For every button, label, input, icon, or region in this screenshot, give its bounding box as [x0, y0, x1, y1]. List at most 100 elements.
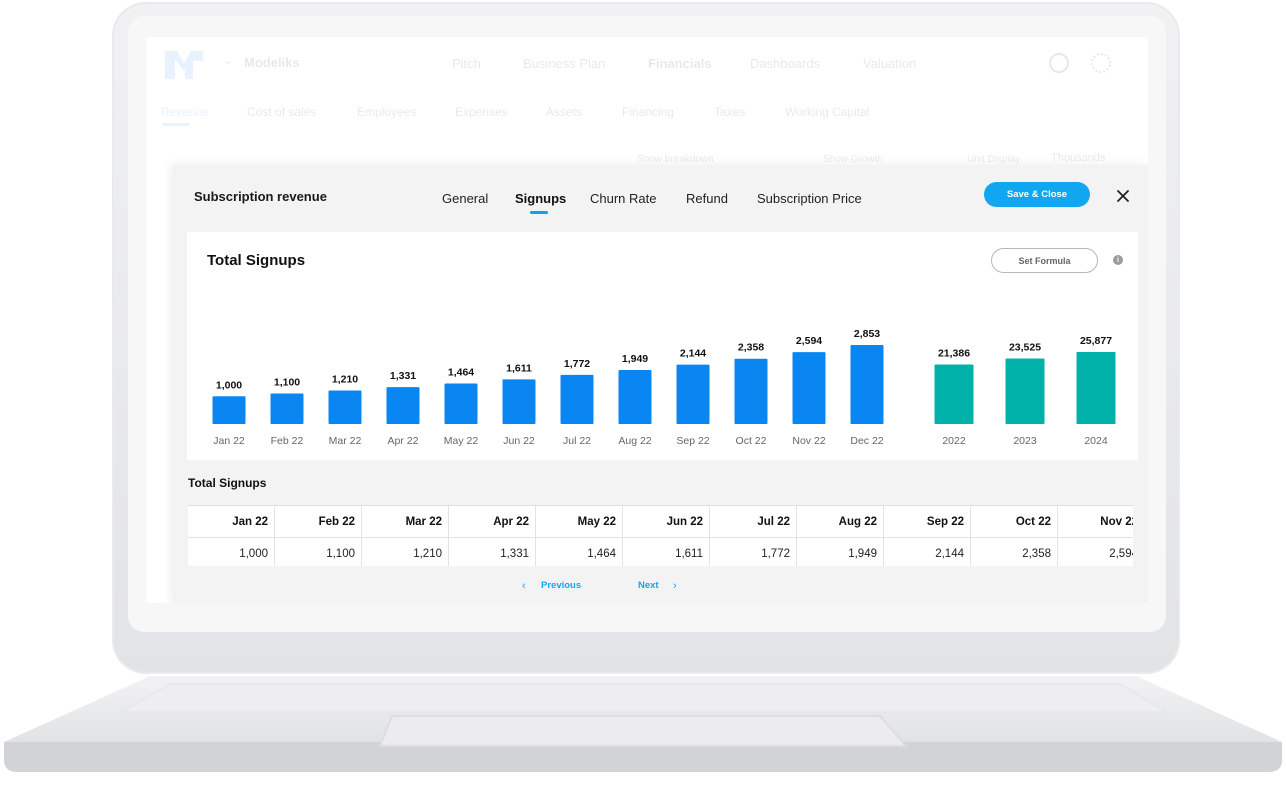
save-close-button-top[interactable]: Save & Close	[984, 182, 1090, 207]
annual-data-label: 23,525	[1009, 342, 1041, 354]
chevron-left-icon[interactable]: ‹	[522, 580, 526, 592]
monthly-tick-label: Apr 22	[388, 435, 419, 447]
column-header: Jun 22	[623, 506, 710, 537]
nav-financials[interactable]: Financials	[648, 56, 712, 71]
annual-tick-label: 2022	[942, 435, 966, 447]
table-cell[interactable]: 1,464	[536, 538, 623, 566]
table-cell[interactable]: 2,144	[884, 538, 971, 566]
column-header: Nov 22	[1058, 506, 1133, 537]
subnav-employees[interactable]: Employees	[357, 105, 416, 119]
monthly-tick-label: Aug 22	[618, 435, 651, 447]
monthly-data-label: 2,853	[854, 328, 880, 340]
annual-tick-label: 2024	[1084, 435, 1108, 447]
monthly-bar	[734, 358, 768, 424]
table-cell[interactable]: 1,331	[449, 538, 536, 566]
table-cell[interactable]: 2,358	[971, 538, 1058, 566]
subnav-financing[interactable]: Financing	[622, 105, 674, 119]
table-cell[interactable]: 1,210	[362, 538, 449, 566]
column-header: Mar 22	[362, 506, 449, 537]
monthly-tick-label: Oct 22	[736, 435, 767, 447]
subnav-expenses[interactable]: Expenses	[455, 105, 508, 119]
previous-button[interactable]: Previous	[541, 580, 581, 591]
table-cell[interactable]: 1,772	[710, 538, 797, 566]
subnav-cost-of-sales[interactable]: Cost of sales	[247, 105, 316, 119]
monthly-bar	[328, 390, 362, 424]
brand-name: Modeliks	[244, 55, 300, 70]
monthly-tick-label: Jan 22	[213, 435, 245, 447]
table-row: 1,000 1,100 1,210 1,331 1,464 1,611 1,772 1,949…	[188, 538, 1133, 566]
nav-pitch[interactable]: Pitch	[452, 56, 481, 71]
subnav-assets[interactable]: Assets	[546, 105, 582, 119]
active-tab-indicator	[530, 211, 548, 214]
monthly-data-label: 1,611	[506, 362, 532, 374]
monthly-bar	[792, 352, 826, 424]
monthly-bar	[618, 370, 652, 424]
option-thousands[interactable]: Thousands	[1051, 152, 1105, 164]
table-cell[interactable]: 1,611	[623, 538, 710, 566]
monthly-tick-label: Jun 22	[503, 435, 535, 447]
column-header: Sep 22	[884, 506, 971, 537]
monthly-tick-label: Dec 22	[850, 435, 883, 447]
monthly-data-label: 1,949	[622, 353, 648, 365]
nav-dashboards[interactable]: Dashboards	[750, 56, 820, 71]
stage: ⌄ Modeliks Pitch Business Plan Financial…	[0, 0, 1286, 788]
screen: ⌄ Modeliks Pitch Business Plan Financial…	[147, 37, 1148, 603]
subnav-working-capital[interactable]: Working Capital	[785, 105, 869, 119]
chevron-down-icon: ⌄	[223, 53, 234, 67]
column-header: May 22	[536, 506, 623, 537]
close-icon[interactable]	[1114, 187, 1132, 205]
nav-valuation[interactable]: Valuation	[863, 56, 916, 71]
column-header: Aug 22	[797, 506, 884, 537]
tab-churn-rate[interactable]: Churn Rate	[590, 191, 656, 206]
chevron-right-icon[interactable]: ›	[673, 580, 677, 592]
monthly-data-label: 1,331	[390, 370, 416, 382]
monthly-tick-label: Mar 22	[329, 435, 362, 447]
chart-card: Total Signups Set Formula i 1,000 Jan 22 1…	[187, 232, 1138, 460]
column-header: Oct 22	[971, 506, 1058, 537]
tab-refund[interactable]: Refund	[686, 191, 728, 206]
gear-icon[interactable]	[1091, 53, 1111, 73]
table-cell[interactable]: 1,100	[275, 538, 362, 566]
monthly-tick-label: Sep 22	[676, 435, 709, 447]
table-title: Total Signups	[188, 476, 267, 490]
monthly-bar	[212, 396, 246, 424]
table-cell[interactable]: 2,594	[1058, 538, 1133, 566]
column-header: Apr 22	[449, 506, 536, 537]
monthly-tick-label: Nov 22	[792, 435, 825, 447]
table-cell[interactable]: 1,000	[188, 538, 275, 566]
monthly-bar	[676, 364, 710, 424]
tab-signups[interactable]: Signups	[515, 191, 566, 206]
monthly-bar	[386, 387, 420, 424]
monthly-data-label: 1,000	[216, 379, 242, 391]
signups-table: Jan 22 Feb 22 Mar 22 Apr 22 May 22 Jun 22 Jul …	[188, 505, 1133, 566]
next-button[interactable]: Next	[638, 580, 659, 591]
modeliks-logo	[165, 51, 203, 79]
monthly-data-label: 1,100	[274, 377, 300, 389]
annual-bar	[934, 364, 974, 424]
table-cell[interactable]: 1,949	[797, 538, 884, 566]
tab-general[interactable]: General	[442, 191, 488, 206]
monthly-tick-label: May 22	[444, 435, 479, 447]
monthly-tick-label: Jul 22	[563, 435, 591, 447]
monthly-data-label: 1,772	[564, 358, 590, 370]
monthly-bar	[270, 393, 304, 424]
subnav-revenue[interactable]: Revenue	[161, 105, 209, 119]
monthly-data-label: 2,594	[796, 335, 822, 347]
subscription-revenue-modal: Subscription revenue General Signups Chu…	[173, 165, 1148, 603]
column-header: Jul 22	[710, 506, 797, 537]
annual-tick-label: 2023	[1013, 435, 1037, 447]
option-show-growth[interactable]: Show Growth	[823, 154, 883, 165]
nav-business-plan[interactable]: Business Plan	[523, 56, 605, 71]
monthly-bar	[444, 383, 478, 424]
signups-bar-chart: 1,000 Jan 22 1,100 Feb 22 1,210 Mar 22 1,331 Ap…	[212, 328, 1116, 447]
annual-data-label: 21,386	[938, 347, 970, 359]
annual-bar	[1076, 352, 1116, 424]
help-icon[interactable]	[1049, 53, 1069, 73]
column-header: Feb 22	[275, 506, 362, 537]
monthly-tick-label: Feb 22	[271, 435, 304, 447]
tab-subscription-price[interactable]: Subscription Price	[757, 191, 862, 206]
monthly-bar	[560, 374, 594, 424]
subnav-active-indicator	[163, 123, 189, 126]
option-show-breakdown[interactable]: Show breakdown	[637, 154, 714, 165]
subnav-taxes[interactable]: Taxes	[714, 105, 745, 119]
